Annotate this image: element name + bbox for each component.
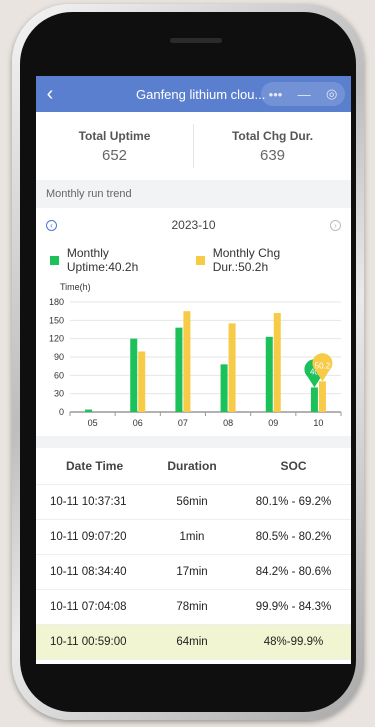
marker-label: 50.2 <box>315 361 331 370</box>
y-tick-label: 90 <box>54 352 64 362</box>
y-tick-label: 150 <box>49 315 64 325</box>
table-header: Date Time Duration SOC <box>36 448 351 485</box>
legend-charge-label: Monthly Chg Dur.:50.2h <box>212 246 281 274</box>
back-button[interactable]: ‹ <box>36 76 64 112</box>
more-icon[interactable]: ••• <box>269 87 283 102</box>
x-tick-label: 08 <box>223 418 233 428</box>
bar-charge <box>228 323 236 412</box>
x-tick-label: 05 <box>88 418 98 428</box>
header-duration: Duration <box>167 459 217 473</box>
app-screen: ‹ Ganfeng lithium clou... ••• — ◎ Total … <box>36 76 351 664</box>
cell-soc: 80.1% - 69.2% <box>255 496 332 508</box>
cell-duration: 1min <box>179 531 205 543</box>
total-charge-duration: Total Chg Dur. 639 <box>194 129 351 164</box>
cell-soc: 80.5% - 80.2% <box>255 531 332 543</box>
y-axis-label: Time(h) <box>60 282 91 292</box>
total-uptime: Total Uptime 652 <box>36 129 193 164</box>
cell-duration: 64min <box>176 636 208 648</box>
bar-uptime <box>220 364 228 412</box>
bar-uptime <box>265 336 273 412</box>
cell-soc: 99.9% - 84.3% <box>255 601 332 613</box>
spacer <box>36 436 351 448</box>
bar-uptime <box>130 338 138 412</box>
cell-duration: 78min <box>176 601 208 613</box>
next-month-button[interactable]: › <box>329 219 341 231</box>
x-tick-label: 09 <box>268 418 278 428</box>
speaker-grille <box>170 38 222 43</box>
legend-uptime-label: Monthly Uptime:40.2h <box>66 246 139 274</box>
bar-charge <box>138 351 146 412</box>
x-tick-label: 07 <box>178 418 188 428</box>
chart-legend: Monthly Uptime:40.2h Monthly Chg Dur.:50… <box>36 242 351 278</box>
y-tick-label: 0 <box>59 407 64 417</box>
total-charge-label: Total Chg Dur. <box>231 128 314 143</box>
bar-uptime <box>175 327 183 412</box>
chart-svg: Time(h)030609012015018005 06 07 08 09 104050.… <box>49 282 342 428</box>
chevron-left-icon: ‹ <box>50 220 53 230</box>
header-soc: SOC <box>280 459 307 473</box>
mini-program-capsule: ••• — ◎ <box>261 82 345 106</box>
minimize-icon[interactable]: — <box>298 87 311 102</box>
cell-soc: 48%-99.9% <box>263 636 324 648</box>
total-uptime-label: Total Uptime <box>78 128 151 143</box>
legend-uptime[interactable]: Monthly Uptime:40.2h <box>50 246 182 274</box>
table-row[interactable]: 10-11 08:34:40 17min 84.2% - 80.6% <box>36 555 351 590</box>
cell-soc: 84.2% - 80.6% <box>255 566 332 578</box>
legend-charge[interactable]: Monthly Chg Dur.:50.2h <box>195 246 337 274</box>
cell-date-time: 10-11 10:37:31 <box>50 496 127 508</box>
chevron-right-icon: › <box>334 220 337 230</box>
bar-charge <box>318 381 326 412</box>
current-month: 2023-10 <box>171 218 216 232</box>
table-row[interactable]: 10-11 09:07:20 1min 80.5% - 80.2% <box>36 520 351 555</box>
legend-swatch-uptime <box>50 255 59 265</box>
y-tick-label: 30 <box>54 389 64 399</box>
page-title: Ganfeng lithium clou... <box>136 86 266 102</box>
y-tick-label: 180 <box>49 297 64 307</box>
y-tick-label: 60 <box>54 370 64 380</box>
cell-date-time: 10-11 08:34:40 <box>50 566 127 578</box>
totals-panel: Total Uptime 652 Total Chg Dur. 639 <box>36 112 351 180</box>
y-tick-label: 120 <box>49 334 64 344</box>
table-row[interactable]: 10-11 10:37:31 56min 80.1% - 69.2% <box>36 485 351 520</box>
bar-uptime <box>310 387 318 412</box>
legend-swatch-charge <box>195 255 205 265</box>
x-tick-label: 10 <box>313 418 323 428</box>
header-date-time: Date Time <box>66 459 124 473</box>
month-selector: ‹ 2023-10 › <box>36 208 351 242</box>
total-charge-value: 639 <box>259 146 286 164</box>
section-title: Monthly run trend <box>36 180 351 208</box>
cell-date-time: 10-11 07:04:08 <box>50 601 127 613</box>
cell-date-time: 10-11 09:07:20 <box>50 531 127 543</box>
total-uptime-value: 652 <box>101 146 128 164</box>
bar-uptime <box>85 409 93 412</box>
records-table: Date Time Duration SOC 10-11 10:37:31 56… <box>36 448 351 660</box>
table-row-highlighted[interactable]: 10-11 00:59:00 64min 48%-99.9% <box>36 625 351 660</box>
chevron-left-icon: ‹ <box>46 83 54 105</box>
prev-month-button[interactable]: ‹ <box>46 219 57 231</box>
bar-charge <box>183 311 191 412</box>
monthly-bar-chart: Time(h) 0 30 60 90 120 150 180 05 06 07 08 09 10 40 50.… <box>36 278 351 436</box>
app-header: ‹ Ganfeng lithium clou... ••• — ◎ <box>36 76 351 112</box>
cell-date-time: 10-11 00:59:00 <box>50 636 127 648</box>
x-tick-label: 06 <box>133 418 143 428</box>
table-row[interactable]: 10-11 07:04:08 78min 99.9% - 84.3% <box>36 590 351 625</box>
close-icon[interactable]: ◎ <box>326 86 337 102</box>
bar-charge <box>273 313 281 412</box>
cell-duration: 17min <box>176 566 208 578</box>
cell-duration: 56min <box>176 496 208 508</box>
